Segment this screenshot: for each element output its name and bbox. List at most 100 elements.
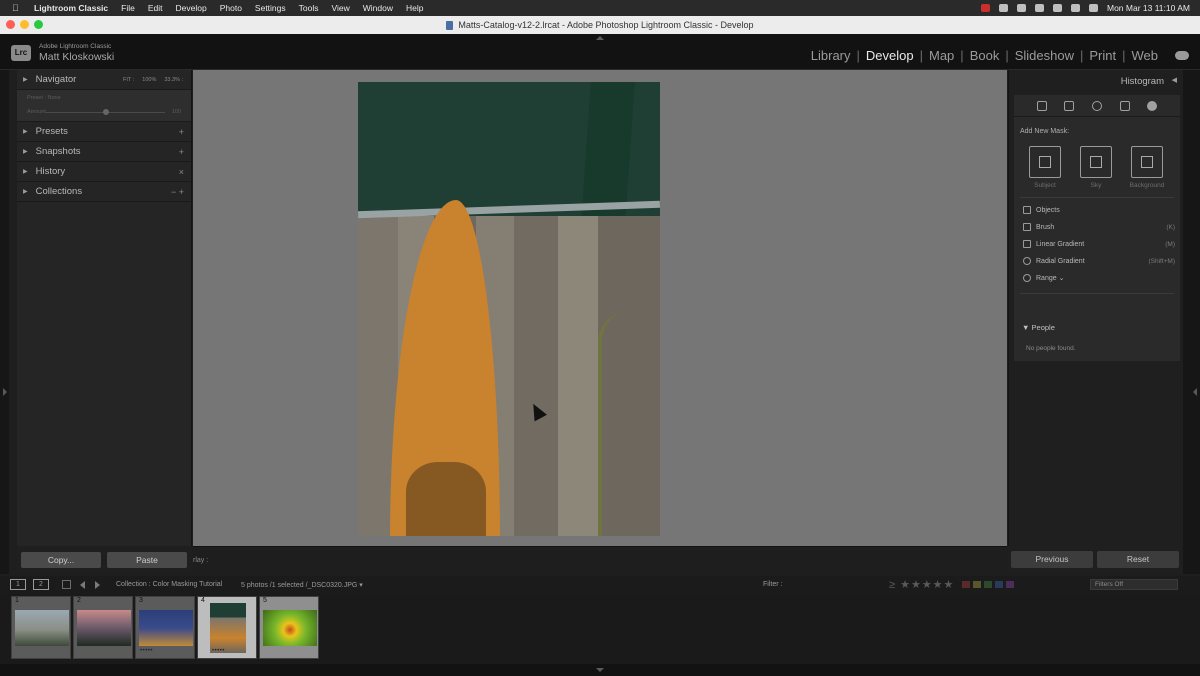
selection-info[interactable]: 5 photos /1 selected /_DSC0320.JPG ▾ xyxy=(241,581,363,589)
zoom-fit[interactable]: FIT : xyxy=(123,77,134,83)
cloud-sync-icon[interactable] xyxy=(1175,51,1189,60)
maximize-window-button[interactable] xyxy=(34,20,43,29)
add-preset-icon[interactable]: + xyxy=(179,127,184,137)
sliders-icon[interactable] xyxy=(1036,100,1047,111)
menu-settings[interactable]: Settings xyxy=(255,3,286,13)
forward-arrow-icon[interactable] xyxy=(95,581,100,589)
filmstrip-thumbnail[interactable]: 3 ••••• xyxy=(135,596,195,659)
right-panel-toggle-icon[interactable] xyxy=(1193,388,1197,396)
collapse-triangle-icon: ▼ xyxy=(1022,323,1032,332)
clear-history-icon[interactable]: × xyxy=(179,167,184,177)
amount-slider-thumb[interactable] xyxy=(103,109,109,115)
top-panel-toggle-icon[interactable] xyxy=(596,36,604,40)
red-label-icon[interactable] xyxy=(962,581,970,588)
zoom-33[interactable]: 33.3% : xyxy=(164,77,183,83)
paste-button[interactable]: Paste xyxy=(107,551,187,568)
collections-controls[interactable]: − + xyxy=(171,187,184,197)
module-develop[interactable]: Develop xyxy=(860,48,920,63)
healing-icon[interactable] xyxy=(1091,100,1102,111)
subject-icon xyxy=(1039,156,1051,168)
red-eye-icon[interactable] xyxy=(1119,100,1130,111)
overlay-label[interactable]: rlay : xyxy=(193,557,208,564)
photo-plank xyxy=(514,216,558,536)
grid-view-icon[interactable] xyxy=(62,580,71,589)
add-snapshot-icon[interactable]: + xyxy=(179,147,184,157)
objects-icon xyxy=(1023,206,1031,214)
right-panel-edge[interactable] xyxy=(1183,70,1200,574)
photo-canvas[interactable] xyxy=(193,70,1007,546)
mask-sky-button[interactable] xyxy=(1080,146,1112,178)
battery-icon[interactable] xyxy=(1017,4,1026,12)
module-library[interactable]: Library xyxy=(805,48,857,63)
mask-option-label: Brush xyxy=(1036,223,1055,231)
copy-button[interactable]: Copy... xyxy=(21,551,101,568)
mask-option-label: Linear Gradient xyxy=(1036,240,1085,248)
menu-app-name[interactable]: Lightroom Classic xyxy=(34,3,108,13)
mask-radial-gradient-option[interactable]: Radial Gradient (Shift+M) xyxy=(1023,255,1175,267)
purple-label-icon[interactable] xyxy=(1006,581,1014,588)
secondary-window-button[interactable]: 2 xyxy=(33,579,49,590)
menu-file[interactable]: File xyxy=(121,3,135,13)
identity-user-name: Matt Kloskowski xyxy=(39,51,115,63)
macos-menubar:  Lightroom Classic File Edit Develop Ph… xyxy=(0,0,1200,16)
mask-objects-option[interactable]: Objects xyxy=(1023,204,1175,216)
search-icon[interactable] xyxy=(1053,4,1062,12)
filmstrip-thumbnail[interactable]: 1 xyxy=(11,596,71,659)
control-center-icon[interactable] xyxy=(1071,4,1080,12)
clock[interactable]: Mon Mar 13 11:10 AM xyxy=(1107,3,1190,13)
presets-title: Presets xyxy=(35,126,68,137)
histogram-header[interactable]: Histogram ◀ xyxy=(1009,70,1183,92)
menu-tools[interactable]: Tools xyxy=(299,3,319,13)
navigator-header[interactable]: ▶ Navigator FIT : 100% 33.3% : xyxy=(17,70,191,90)
menu-photo[interactable]: Photo xyxy=(220,3,242,13)
menu-develop[interactable]: Develop xyxy=(176,3,207,13)
collections-header[interactable]: ▶ Collections − + xyxy=(17,182,191,202)
mask-background-button[interactable] xyxy=(1131,146,1163,178)
record-icon[interactable] xyxy=(981,4,990,12)
back-arrow-icon[interactable] xyxy=(80,581,85,589)
left-panel-toggle-icon[interactable] xyxy=(3,388,7,396)
creative-cloud-icon[interactable] xyxy=(999,4,1008,12)
collection-breadcrumb[interactable]: Collection : Color Masking Tutorial xyxy=(116,581,222,588)
main-photo[interactable] xyxy=(358,82,660,536)
module-web[interactable]: Web xyxy=(1126,48,1165,63)
green-label-icon[interactable] xyxy=(984,581,992,588)
blue-label-icon[interactable] xyxy=(995,581,1003,588)
mask-subject-button[interactable] xyxy=(1029,146,1061,178)
mask-range-option[interactable]: Range ⌄ xyxy=(1023,272,1175,284)
primary-window-button[interactable]: 1 xyxy=(10,579,26,590)
mask-brush-option[interactable]: Brush (K) xyxy=(1023,221,1175,233)
module-print[interactable]: Print xyxy=(1083,48,1122,63)
yellow-label-icon[interactable] xyxy=(973,581,981,588)
history-header[interactable]: ▶ History × xyxy=(17,162,191,182)
filmstrip-thumbnail[interactable]: 5 xyxy=(259,596,319,659)
module-map[interactable]: Map xyxy=(923,48,960,63)
presets-header[interactable]: ▶ Presets + xyxy=(17,122,191,142)
close-window-button[interactable] xyxy=(6,20,15,29)
mask-linear-gradient-option[interactable]: Linear Gradient (M) xyxy=(1023,238,1175,250)
menu-view[interactable]: View xyxy=(331,3,349,13)
menu-window[interactable]: Window xyxy=(363,3,393,13)
minimize-window-button[interactable] xyxy=(20,20,29,29)
apple-menu-icon[interactable]:  xyxy=(12,3,26,13)
masking-icon[interactable] xyxy=(1147,100,1158,111)
siri-icon[interactable] xyxy=(1089,4,1098,12)
snapshots-header[interactable]: ▶ Snapshots + xyxy=(17,142,191,162)
crop-icon[interactable] xyxy=(1064,100,1075,111)
left-panel-edge[interactable] xyxy=(0,70,9,574)
module-book[interactable]: Book xyxy=(964,48,1006,63)
filter-preset-select[interactable]: Filters Off xyxy=(1090,579,1178,590)
people-section-header[interactable]: ▼ People xyxy=(1022,323,1055,332)
star-rating-filter[interactable]: ≥ ★★★★★ xyxy=(889,578,954,591)
zoom-100[interactable]: 100% xyxy=(142,77,156,83)
filmstrip-toggle-icon[interactable] xyxy=(596,668,604,672)
filmstrip-thumbnail-selected[interactable]: 4 ••••• xyxy=(197,596,257,659)
mask-sky-label: Sky xyxy=(1090,182,1102,189)
filmstrip-thumbnail[interactable]: 2 xyxy=(73,596,133,659)
wifi-icon[interactable] xyxy=(1035,4,1044,12)
previous-button[interactable]: Previous xyxy=(1011,551,1093,568)
menu-help[interactable]: Help xyxy=(406,3,423,13)
menu-edit[interactable]: Edit xyxy=(148,3,163,13)
reset-button[interactable]: Reset xyxy=(1097,551,1179,568)
module-slideshow[interactable]: Slideshow xyxy=(1009,48,1080,63)
